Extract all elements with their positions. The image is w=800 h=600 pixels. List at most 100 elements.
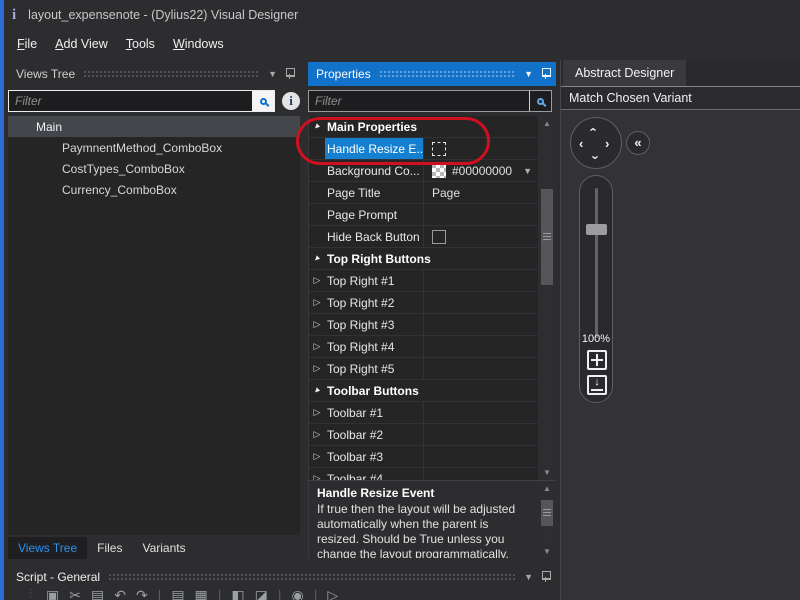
collapse-triangle-icon[interactable]: ▼	[311, 121, 323, 133]
menu-item-tools[interactable]: Tools	[117, 33, 164, 55]
property-value[interactable]: Page	[423, 182, 538, 203]
search-button[interactable]	[252, 91, 274, 111]
undo-icon[interactable]: ↶	[114, 588, 126, 600]
table-add-icon[interactable]: ▦	[195, 588, 208, 600]
copy-icon[interactable]: ▣	[46, 588, 59, 600]
property-row-page-title[interactable]: Page Title Page	[309, 182, 538, 204]
property-row-toolbar-4[interactable]: ▷ Toolbar #4	[309, 468, 538, 480]
property-value[interactable]	[423, 446, 538, 467]
fit-to-view-button[interactable]	[587, 350, 607, 370]
tree-item-currency-combobox[interactable]: Currency_ComboBox	[8, 179, 300, 200]
zoom-slider-track[interactable]	[595, 188, 598, 338]
panel-menu-caret-icon[interactable]: ▼	[524, 572, 533, 582]
property-value[interactable]: #00000000 ▼	[423, 160, 538, 181]
export-table-icon[interactable]: ◧	[231, 588, 244, 600]
color-swatch-transparent[interactable]	[432, 163, 446, 178]
checkbox-unchecked[interactable]	[432, 229, 446, 244]
checkbox-unchecked[interactable]	[432, 141, 446, 156]
property-category-main-properties[interactable]: ▼ Main Properties	[309, 116, 538, 138]
play-icon[interactable]: ▷	[327, 588, 338, 600]
scroll-up-icon[interactable]: ▲	[543, 481, 551, 496]
property-row-top-right-1[interactable]: ▷ Top Right #1	[309, 270, 538, 292]
property-row-background-co[interactable]: Background Co... #00000000 ▼	[309, 160, 538, 182]
menu-item-windows[interactable]: Windows	[164, 33, 233, 55]
record-icon[interactable]: ◉	[292, 588, 304, 600]
scrollbar-thumb[interactable]	[541, 189, 553, 285]
description-scrollbar[interactable]: ▲ ▼	[538, 481, 556, 558]
expand-triangle-icon[interactable]: ▷	[314, 407, 321, 418]
property-value[interactable]	[423, 424, 538, 445]
pin-icon[interactable]	[285, 68, 295, 80]
properties-filter-input[interactable]	[309, 94, 529, 108]
property-row-toolbar-1[interactable]: ▷ Toolbar #1	[309, 402, 538, 424]
tree-item-costtypes-combobox[interactable]: CostTypes_ComboBox	[8, 158, 300, 179]
tree-item-paymnentmethod-combobox[interactable]: PaymnentMethod_ComboBox	[8, 137, 300, 158]
panel-menu-caret-icon[interactable]: ▼	[268, 69, 277, 79]
expand-triangle-icon[interactable]: ▷	[314, 451, 321, 462]
property-row-top-right-4[interactable]: ▷ Top Right #4	[309, 336, 538, 358]
scrollbar-thumb[interactable]	[541, 500, 553, 526]
property-value[interactable]	[423, 358, 538, 379]
property-value[interactable]	[423, 314, 538, 335]
collapse-triangle-icon[interactable]: ▼	[311, 385, 323, 397]
pan-right-icon[interactable]: ‹	[605, 136, 609, 151]
scrollbar-track[interactable]	[538, 496, 556, 544]
expand-triangle-icon[interactable]: ▷	[314, 319, 321, 330]
menu-item-add-view[interactable]: Add View	[46, 33, 117, 55]
tab-views-tree[interactable]: Views Tree	[8, 537, 88, 559]
expand-triangle-icon[interactable]: ▷	[314, 341, 321, 352]
property-row-top-right-3[interactable]: ▷ Top Right #3	[309, 314, 538, 336]
expand-triangle-icon[interactable]: ▷	[314, 473, 321, 480]
property-row-toolbar-3[interactable]: ▷ Toolbar #3	[309, 446, 538, 468]
expand-triangle-icon[interactable]: ▷	[314, 429, 321, 440]
scroll-up-icon[interactable]: ▲	[543, 116, 551, 131]
tree-item-main[interactable]: Main	[8, 116, 300, 137]
paste-icon[interactable]: ▤	[91, 588, 104, 600]
redo-icon[interactable]: ↷	[136, 588, 148, 600]
property-value[interactable]	[423, 402, 538, 423]
property-value[interactable]	[423, 336, 538, 357]
pan-down-icon[interactable]: ‹	[587, 155, 602, 159]
properties-scrollbar[interactable]: ▲ ▼	[538, 116, 556, 480]
property-value[interactable]	[423, 138, 538, 159]
cut-icon[interactable]: ✂	[69, 588, 81, 600]
pin-icon[interactable]	[541, 68, 551, 80]
info-icon[interactable]: i	[282, 92, 300, 110]
tab-variants[interactable]: Variants	[132, 537, 195, 559]
property-value[interactable]	[423, 468, 538, 480]
property-value[interactable]	[423, 270, 538, 291]
property-row-page-prompt[interactable]: Page Prompt	[309, 204, 538, 226]
property-row-toolbar-2[interactable]: ▷ Toolbar #2	[309, 424, 538, 446]
property-row-top-right-5[interactable]: ▷ Top Right #5	[309, 358, 538, 380]
pan-left-icon[interactable]: ‹	[579, 137, 583, 150]
import-table-icon[interactable]: ◪	[255, 588, 268, 600]
tab-abstract-designer[interactable]: Abstract Designer	[563, 60, 687, 86]
panel-menu-caret-icon[interactable]: ▼	[524, 69, 533, 79]
search-button[interactable]	[529, 91, 551, 111]
match-chosen-variant-bar[interactable]: Match Chosen Variant	[561, 86, 800, 110]
menu-item-file[interactable]: File	[8, 33, 46, 55]
scroll-down-icon[interactable]: ▼	[543, 544, 551, 558]
tab-files[interactable]: Files	[87, 537, 132, 559]
pin-icon[interactable]	[541, 571, 551, 583]
property-row-top-right-2[interactable]: ▷ Top Right #2	[309, 292, 538, 314]
pan-dpad-control[interactable]: ‹ ‹ ‹ ‹	[570, 117, 622, 169]
scroll-down-icon[interactable]: ▼	[543, 465, 551, 480]
table-icon[interactable]: ▤	[171, 588, 184, 600]
property-category-top-right-buttons[interactable]: ▼ Top Right Buttons	[309, 248, 538, 270]
property-category-toolbar-buttons[interactable]: ▼ Toolbar Buttons	[309, 380, 538, 402]
collapse-triangle-icon[interactable]: ▼	[311, 253, 323, 265]
property-value[interactable]	[423, 226, 538, 247]
expand-triangle-icon[interactable]: ▷	[314, 297, 321, 308]
property-row-handle-resize-e[interactable]: Handle Resize E...	[309, 138, 538, 160]
collapse-toolbar-button[interactable]: «	[626, 131, 650, 155]
import-layout-button[interactable]: ↓	[587, 375, 607, 395]
pan-up-icon[interactable]: ‹	[587, 127, 602, 131]
property-row-hide-back-button[interactable]: Hide Back Button	[309, 226, 538, 248]
dropdown-caret-icon[interactable]: ▼	[523, 166, 532, 176]
zoom-slider-thumb[interactable]	[586, 224, 607, 235]
scrollbar-track[interactable]	[538, 131, 556, 465]
expand-triangle-icon[interactable]: ▷	[314, 275, 321, 286]
property-value[interactable]	[423, 204, 538, 225]
expand-triangle-icon[interactable]: ▷	[314, 363, 321, 374]
